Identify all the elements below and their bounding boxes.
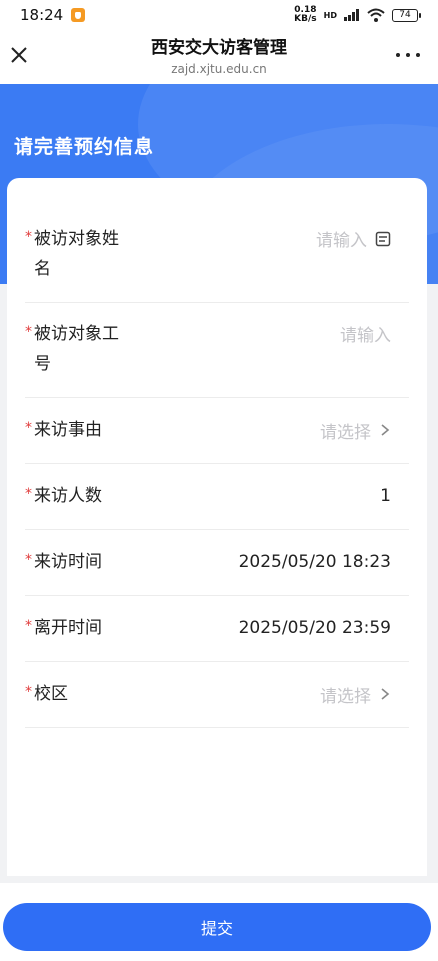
status-left: 18:24 (20, 6, 86, 24)
hero-title: 请完善预约信息 (14, 136, 155, 158)
required-mark: * (25, 552, 32, 568)
field-label: * 被访对象姓 名 (25, 204, 135, 302)
leave-time-picker[interactable]: 2025/05/20 23:59 (239, 618, 409, 638)
required-mark: * (25, 420, 32, 436)
status-bar: 18:24 0.18 KB/s HD 74 (0, 0, 438, 30)
field-label: * 被访对象工 号 (25, 302, 135, 397)
network-speed: 0.18 KB/s (294, 5, 317, 24)
required-mark: * (25, 486, 32, 502)
form-card: * 被访对象姓 名 请输入 * 被访对象工 号 请输入 * 来访事由 请选择 *… (7, 178, 427, 876)
form-fill-icon[interactable] (375, 231, 391, 247)
visitee-name-input[interactable]: 请输入 (316, 204, 409, 251)
status-time: 18:24 (20, 6, 64, 24)
title-block: 西安交大访客管理 zajd.xjtu.edu.cn (151, 37, 287, 78)
form-row-leave-time[interactable]: * 离开时间 2025/05/20 23:59 (25, 595, 409, 662)
title-bar: 西安交大访客管理 zajd.xjtu.edu.cn (0, 30, 438, 84)
form-row-campus[interactable]: * 校区 请选择 (25, 661, 409, 728)
page-url: zajd.xjtu.edu.cn (171, 61, 267, 76)
chevron-right-icon (381, 688, 390, 700)
form-row-visitee-id[interactable]: * 被访对象工 号 请输入 (25, 302, 409, 398)
visitor-count-input[interactable]: 1 (380, 486, 409, 506)
signal-icon (344, 9, 359, 21)
required-mark: * (25, 229, 32, 245)
form-row-visit-reason[interactable]: * 来访事由 请选择 (25, 397, 409, 464)
page-title: 西安交大访客管理 (151, 37, 287, 58)
battery-icon: 74 (392, 8, 421, 22)
chevron-right-icon (381, 424, 390, 436)
required-mark: * (25, 684, 32, 700)
close-icon[interactable] (8, 44, 30, 66)
visit-time-picker[interactable]: 2025/05/20 18:23 (239, 552, 409, 572)
field-label: * 离开时间 (25, 613, 135, 643)
field-label: * 来访人数 (25, 481, 135, 511)
app-notification-icon (71, 8, 86, 22)
required-mark: * (25, 324, 32, 340)
network-type: HD (323, 10, 337, 20)
visit-reason-select[interactable]: 请选择 (320, 418, 409, 443)
form-row-visitee-name[interactable]: * 被访对象姓 名 请输入 (25, 204, 409, 303)
field-label: * 校区 (25, 679, 135, 709)
form-row-visitor-count[interactable]: * 来访人数 1 (25, 463, 409, 530)
more-options-icon[interactable] (396, 47, 420, 63)
campus-select[interactable]: 请选择 (320, 682, 409, 707)
visitee-id-input[interactable]: 请输入 (340, 302, 409, 346)
wifi-icon (367, 8, 385, 22)
required-mark: * (25, 618, 32, 634)
submit-button[interactable]: 提交 (3, 903, 431, 951)
field-label: * 来访时间 (25, 547, 135, 577)
form-row-visit-time[interactable]: * 来访时间 2025/05/20 18:23 (25, 529, 409, 596)
field-label: * 来访事由 (25, 415, 135, 445)
status-right: 0.18 KB/s HD 74 (294, 5, 421, 24)
